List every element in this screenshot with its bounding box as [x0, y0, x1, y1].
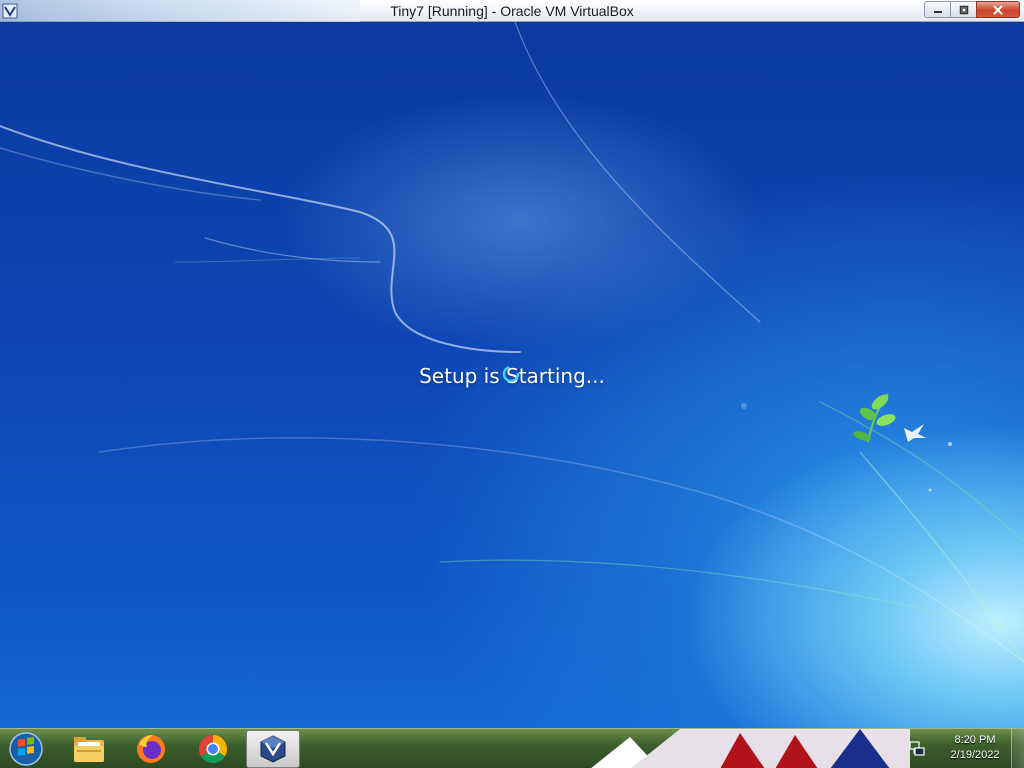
folder-icon: [74, 737, 104, 762]
virtualbox-icon: [260, 735, 286, 763]
close-icon: [993, 4, 1003, 15]
minimize-button[interactable]: [924, 1, 950, 18]
taskbar: 8:20 PM 2/19/2022: [0, 728, 1024, 768]
show-desktop-button[interactable]: [1011, 729, 1024, 768]
system-tray: 8:20 PM 2/19/2022: [904, 729, 1024, 768]
plant-sprout-decoration: [853, 393, 896, 443]
clock-time: 8:20 PM: [954, 734, 996, 746]
taskbar-wallpaper-art: [591, 729, 910, 768]
vm-display[interactable]: Setup is Starting...: [0, 22, 1024, 728]
minimize-icon: [933, 10, 942, 13]
taskbar-explorer-button[interactable]: [62, 730, 116, 768]
taskbar-virtualbox-button[interactable]: [246, 730, 300, 768]
clock-date: 2/19/2022: [950, 749, 1000, 761]
window-title: Tiny7 [Running] - Oracle VM VirtualBox: [390, 3, 634, 19]
restore-button[interactable]: [950, 1, 976, 18]
chrome-icon: [199, 735, 227, 763]
restore-icon: [959, 5, 968, 14]
windows-start-orb: [9, 732, 43, 766]
start-button[interactable]: [6, 731, 46, 767]
loading-spinner-icon: [502, 365, 520, 383]
taskbar-chrome-button[interactable]: [186, 730, 240, 768]
firefox-icon: [137, 735, 165, 763]
clock[interactable]: 8:20 PM 2/19/2022: [940, 733, 1010, 763]
close-button[interactable]: [976, 1, 1020, 18]
window-controls: [924, 1, 1020, 19]
window-title-bar[interactable]: Tiny7 [Running] - Oracle VM VirtualBox: [0, 0, 1024, 22]
bird-decoration: [904, 424, 926, 442]
taskbar-firefox-button[interactable]: [124, 730, 178, 768]
network-icon[interactable]: [908, 740, 926, 758]
